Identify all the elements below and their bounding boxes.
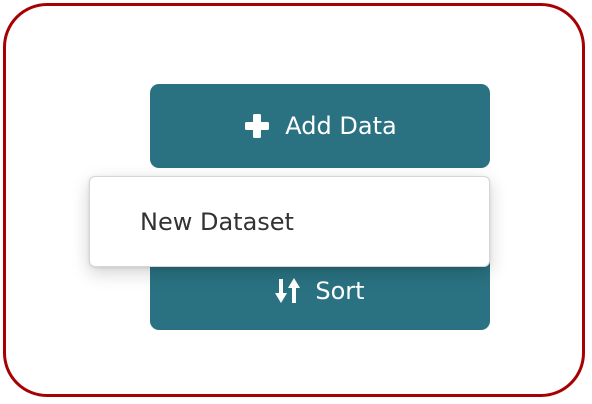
menu-item-label: New Dataset <box>140 207 294 236</box>
add-data-button[interactable]: Add Data <box>150 84 490 168</box>
add-data-label: Add Data <box>285 112 397 140</box>
sort-label: Sort <box>315 277 365 305</box>
add-data-dropdown-menu: New Dataset <box>89 176 490 267</box>
plus-icon <box>243 112 271 140</box>
sort-arrows-icon <box>275 277 301 305</box>
menu-item-new-dataset[interactable]: New Dataset <box>90 177 489 266</box>
